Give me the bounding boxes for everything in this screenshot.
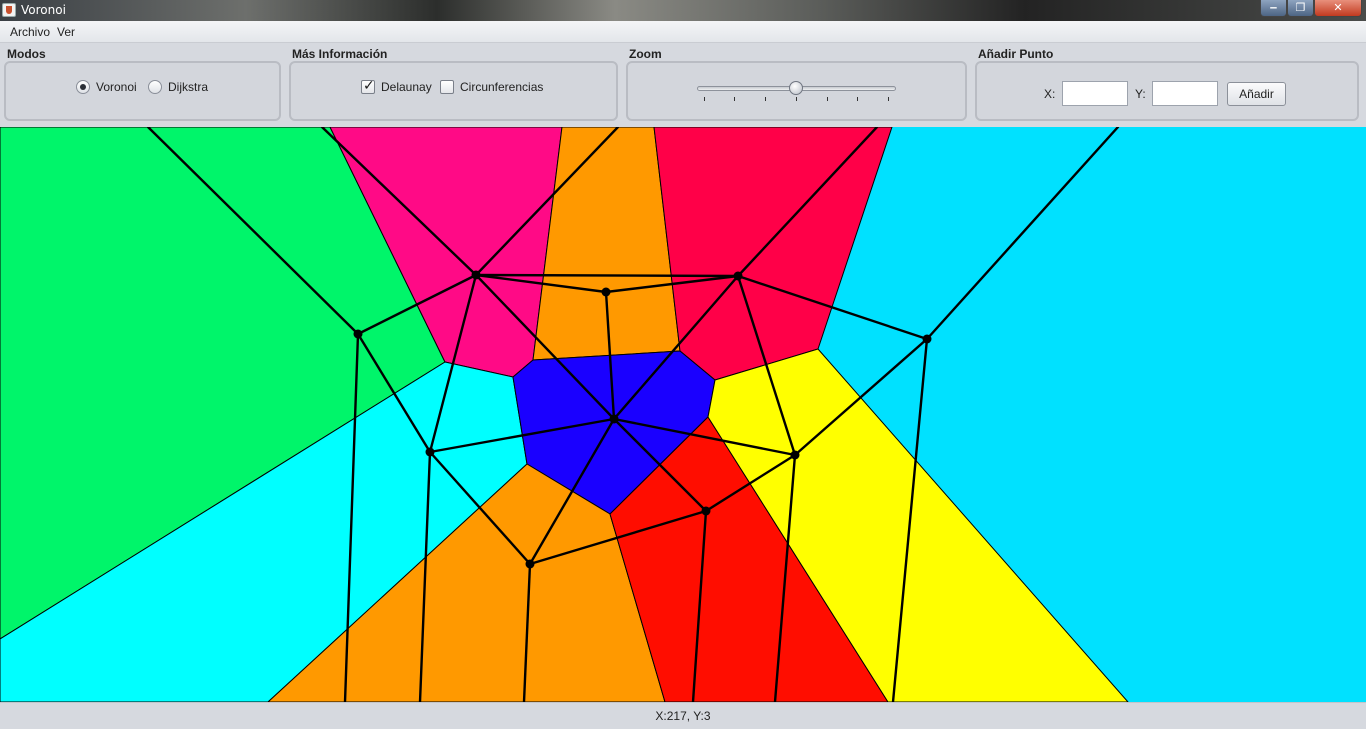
y-coordinate-input[interactable] (1152, 81, 1218, 106)
site-point[interactable] (601, 287, 611, 297)
zoom-slider-tick (796, 97, 797, 101)
site-point[interactable] (733, 271, 743, 281)
site-point[interactable] (790, 450, 800, 460)
site-point[interactable] (609, 414, 619, 424)
java-app-icon (2, 3, 16, 17)
zoom-slider-tick (765, 97, 766, 101)
menu-bar: Archivo Ver (0, 21, 1366, 43)
zoom-title: Zoom (629, 47, 662, 61)
circunferencias-checkbox-label[interactable]: Circunferencias (460, 80, 543, 94)
x-field-label: X: (1044, 87, 1056, 101)
dijkstra-radio[interactable] (148, 80, 162, 94)
zoom-slider-tick (734, 97, 735, 101)
voronoi-radio-label[interactable]: Voronoi (96, 80, 137, 94)
site-point[interactable] (922, 334, 932, 344)
window-title: Voronoi (21, 3, 66, 17)
maximize-button[interactable]: ❐ (1287, 0, 1314, 17)
close-button[interactable]: ✕ (1314, 0, 1362, 17)
zoom-slider-tick (704, 97, 705, 101)
delaunay-edge (474, 273, 740, 278)
voronoi-canvas[interactable] (0, 125, 1366, 704)
site-point[interactable] (353, 329, 363, 339)
mas-informacion-title: Más Información (292, 47, 388, 61)
cursor-coordinates: X:217, Y:3 (655, 709, 711, 723)
modos-title: Modos (7, 47, 46, 61)
voronoi-diagram[interactable] (0, 125, 1366, 704)
menu-archivo[interactable]: Archivo (10, 25, 50, 39)
site-point[interactable] (471, 270, 481, 280)
zoom-slider-tick (827, 97, 828, 101)
voronoi-radio[interactable] (76, 80, 90, 94)
status-bar: X:217, Y:3 (0, 702, 1366, 729)
zoom-slider-tick (888, 97, 889, 101)
anadir-punto-title: Añadir Punto (978, 47, 1054, 61)
site-point[interactable] (525, 559, 535, 569)
minimize-button[interactable]: ‒ (1260, 0, 1287, 17)
modos-panel (4, 61, 281, 121)
circunferencias-checkbox[interactable] (440, 80, 454, 94)
dijkstra-radio-label[interactable]: Dijkstra (168, 80, 208, 94)
checkmark-icon: ✓ (363, 78, 375, 94)
x-coordinate-input[interactable] (1062, 81, 1128, 106)
anadir-button[interactable]: Añadir (1227, 82, 1286, 106)
zoom-slider-tick (857, 97, 858, 101)
menu-ver[interactable]: Ver (57, 25, 75, 39)
voronoi-region-crimson (653, 126, 893, 381)
delaunay-checkbox[interactable]: ✓ (361, 78, 375, 94)
y-field-label: Y: (1135, 87, 1146, 101)
title-bar: Voronoi ‒ ❐ ✕ (0, 0, 1366, 21)
site-point[interactable] (701, 506, 711, 516)
zoom-slider-thumb[interactable] (789, 81, 803, 95)
site-point[interactable] (425, 447, 435, 457)
delaunay-edge (925, 125, 1120, 341)
delaunay-checkbox-label[interactable]: Delaunay (381, 80, 432, 94)
